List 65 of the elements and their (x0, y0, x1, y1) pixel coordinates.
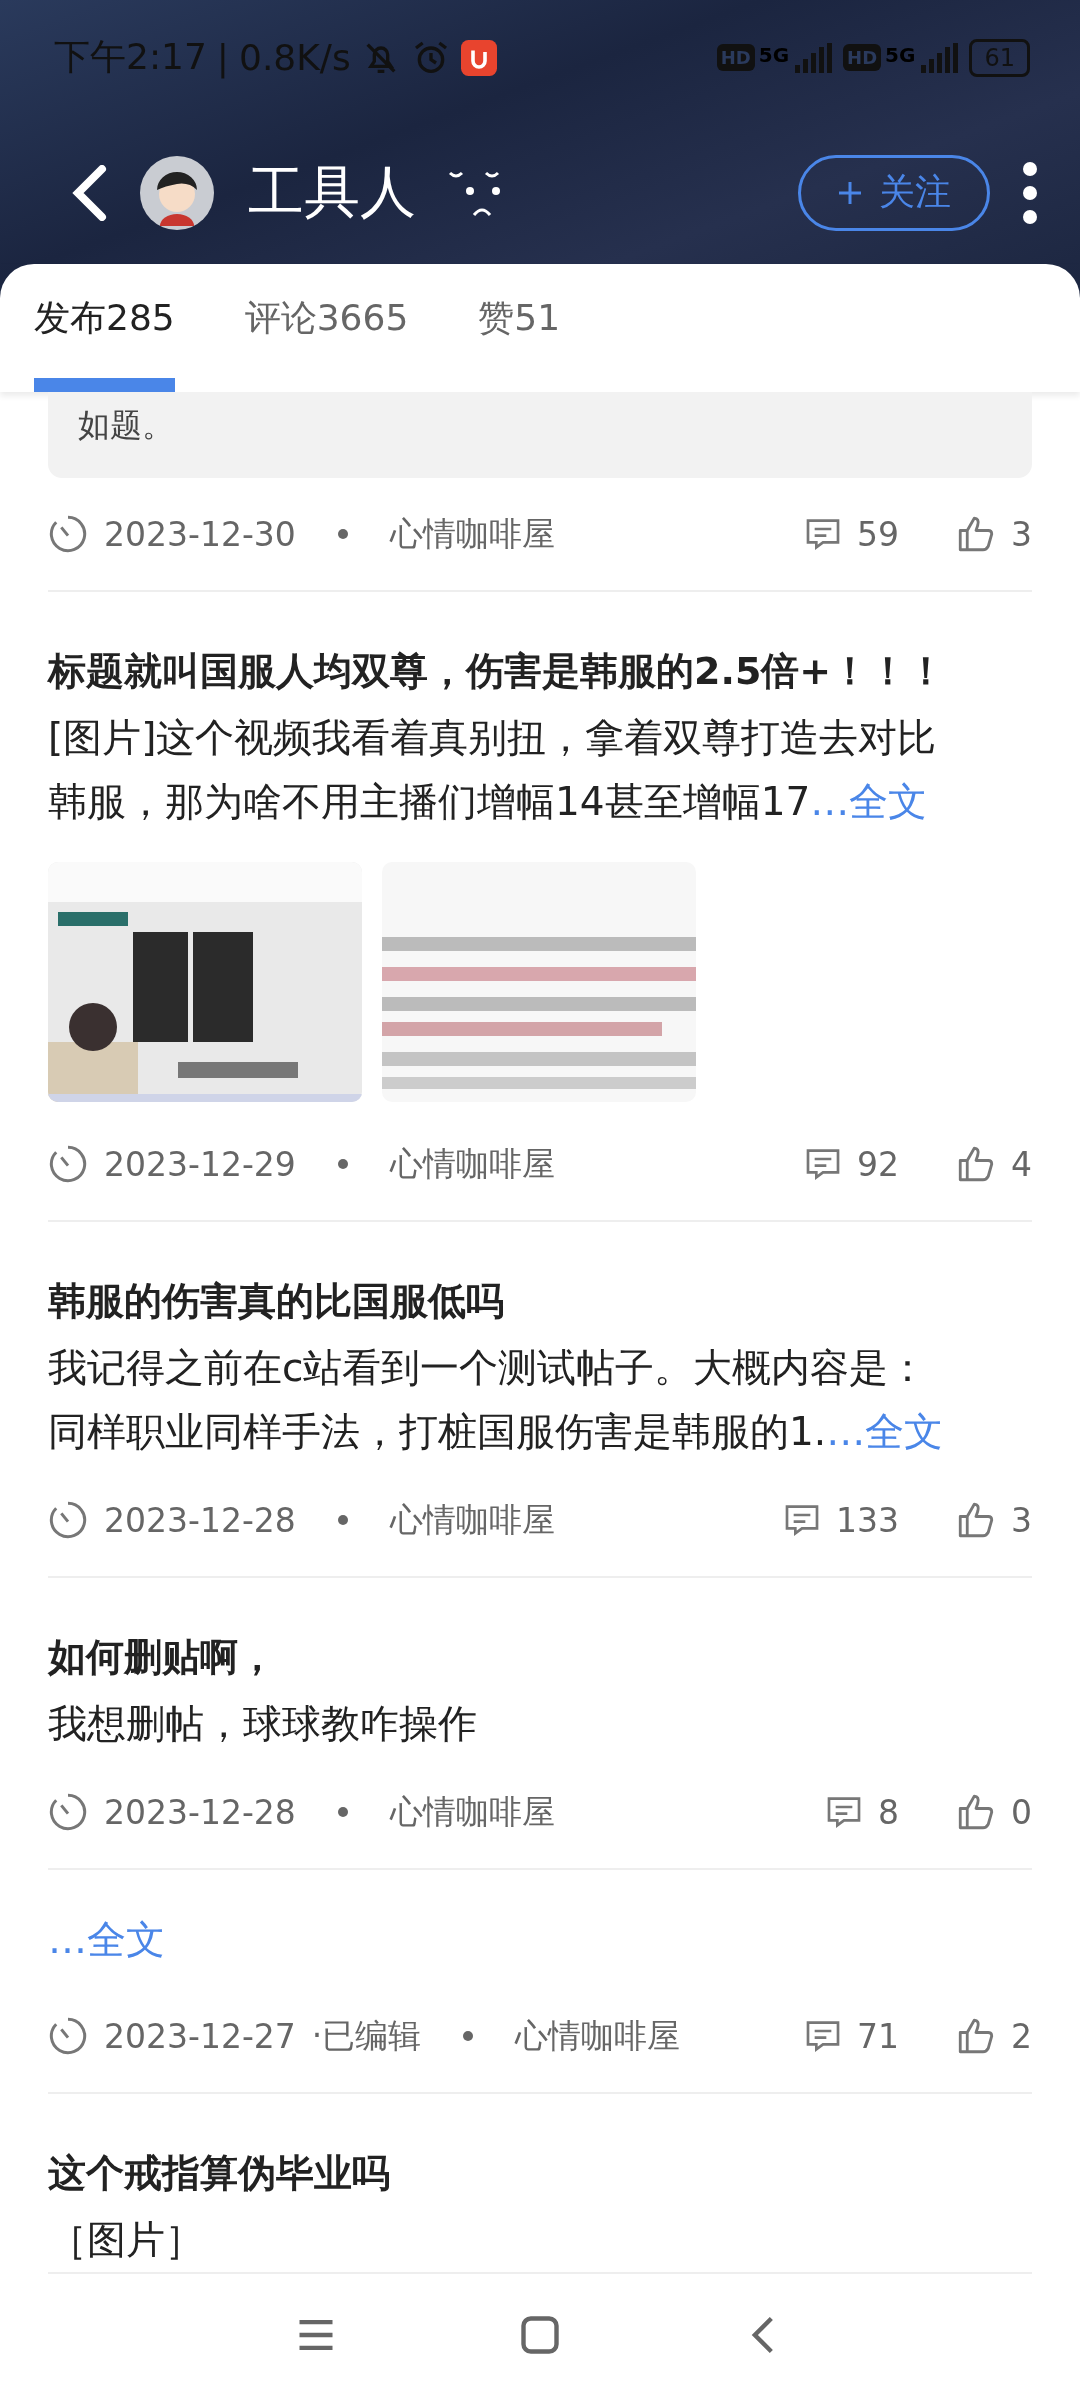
more-icon[interactable] (1020, 160, 1040, 225)
hd-badge: HD (716, 44, 755, 71)
separator-dot (337, 1807, 348, 1817)
network-speed: 0.8K/s (239, 37, 351, 78)
post-text: ［图片］ (48, 2217, 204, 2262)
separator-dot (337, 529, 348, 539)
read-more-link[interactable]: …全文 (826, 1409, 944, 1454)
post-title: 如何删贴啊， (48, 1634, 277, 1681)
circle-name[interactable]: 心情咖啡屋 (389, 1141, 555, 1187)
like-count: 3 (1011, 514, 1032, 554)
network-type: 5G (758, 42, 790, 67)
clock-time: 下午2:17 (54, 35, 207, 79)
read-more-link[interactable]: …全文 (48, 1917, 165, 1962)
tab[interactable]: 发布285 (34, 264, 175, 392)
post-date: 2023-12-28 (104, 1792, 296, 1832)
home-icon[interactable] (518, 2313, 562, 2357)
network-type: 5G (885, 42, 916, 67)
separator-dot (337, 1515, 348, 1525)
avatar[interactable] (140, 155, 214, 230)
plus-icon (837, 179, 863, 206)
tab[interactable]: 评论3665 (244, 264, 409, 392)
like-count: 4 (1011, 1144, 1032, 1184)
follow-button[interactable]: 关注 (798, 154, 990, 231)
post-date: 2023-12-30 (104, 514, 296, 554)
comment-count: 92 (857, 1144, 899, 1184)
comment-count: 71 (857, 2016, 899, 2056)
post-text: 我想删帖，球球教咋操作 (48, 1701, 477, 1746)
post-date: 2023-12-28 (104, 1500, 296, 1540)
timer-icon (48, 1144, 88, 1184)
status-separator: | (216, 37, 229, 78)
circle-name[interactable]: 心情咖啡屋 (389, 1789, 555, 1835)
signal-icon (793, 42, 834, 73)
quote-text: 如题。 (48, 392, 1032, 478)
timer-icon (48, 1500, 88, 1540)
timer-icon (48, 2016, 88, 2056)
comment-count: 8 (878, 1792, 899, 1832)
comment-count: 133 (836, 1500, 899, 1540)
like-count: 3 (1011, 1500, 1032, 1540)
post-title: 标题就叫国服人均双尊，伤害是韩服的2.5倍+！！！ (48, 648, 947, 695)
like-count: 0 (1011, 1792, 1032, 1832)
separator-dot (337, 1159, 348, 1169)
separator-dot (463, 2031, 474, 2041)
circle-name[interactable]: 心情咖啡屋 (515, 2013, 681, 2059)
app-icon (460, 39, 497, 76)
post-date: 2023-12-29 (104, 1144, 296, 1184)
timer-icon (48, 1792, 88, 1832)
post-title: 韩服的伤害真的比国服低吗 (48, 1278, 505, 1325)
post-title: 这个戒指算伪毕业吗 (48, 2150, 391, 2197)
circle-name[interactable]: 心情咖啡屋 (389, 511, 555, 557)
like-count: 2 (1011, 2016, 1032, 2056)
signal-icon (919, 42, 960, 73)
post-text: [图片]这个视频我看着真别扭，拿着双尊打造去对比 (48, 715, 937, 760)
circle-name[interactable]: 心情咖啡屋 (389, 1497, 555, 1543)
post-text: 我记得之前在c站看到一个测试帖子。大概内容是： (48, 1345, 928, 1390)
timer-icon (48, 514, 88, 554)
tab[interactable]: 赞51 (478, 264, 561, 392)
read-more-link[interactable]: …全文 (810, 779, 928, 824)
username: 工具人 (248, 157, 416, 226)
hd-badge: HD (843, 44, 882, 71)
comment-count: 59 (857, 514, 899, 554)
post-text: 同样职业同样手法，打桩国服伤害是韩服的1. (48, 1409, 827, 1454)
post-text: 韩服，那为啥不用主播们增幅14甚至增幅17 (48, 779, 811, 824)
edited-label: ·已编辑 (311, 2014, 422, 2057)
post-date: 2023-12-27 (104, 2016, 296, 2056)
battery-level: 61 (969, 38, 1030, 77)
